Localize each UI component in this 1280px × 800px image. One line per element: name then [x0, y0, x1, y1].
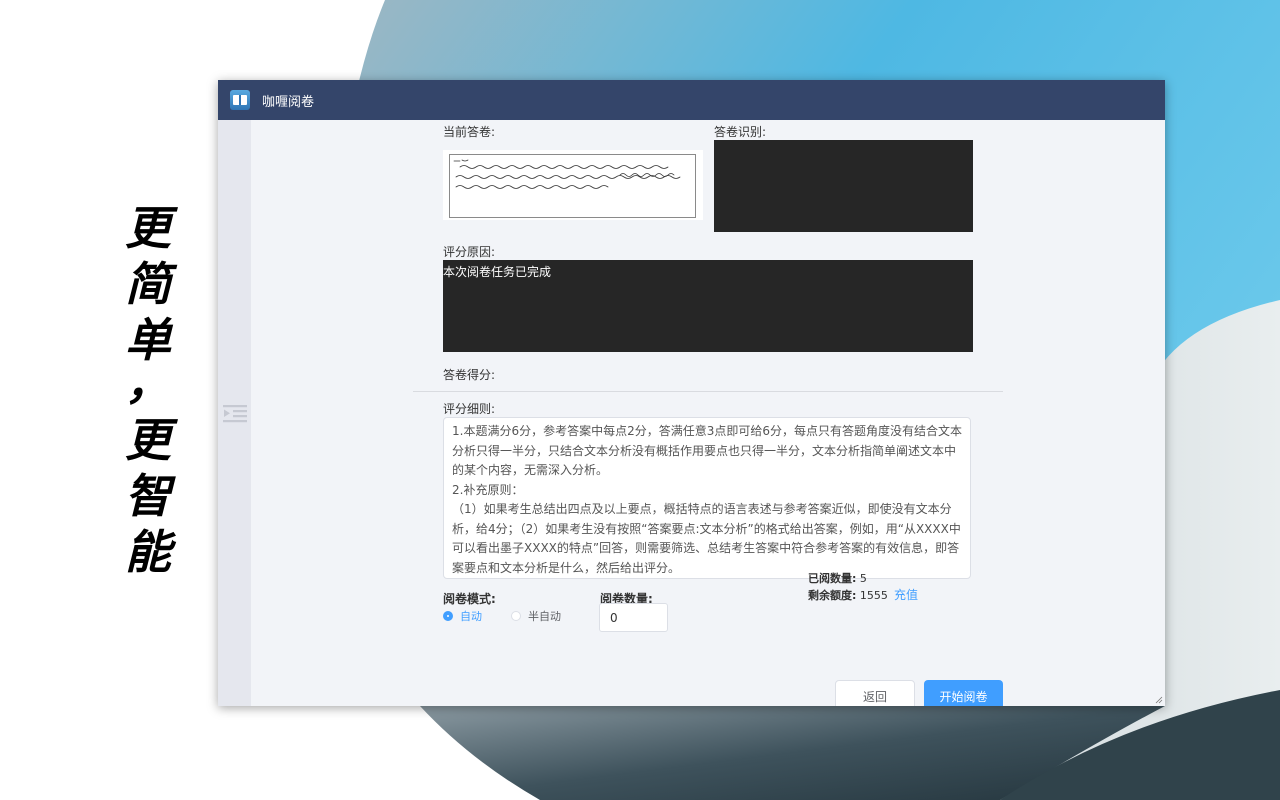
- mode-radio-semi-auto[interactable]: 半自动: [511, 608, 561, 624]
- read-count-label: 已阅数量:: [808, 572, 857, 585]
- radio-dot: [443, 611, 453, 621]
- radio-label: 自动: [460, 610, 482, 623]
- slogan-char: 智: [125, 469, 171, 523]
- mode-radio-auto[interactable]: 自动: [443, 608, 482, 624]
- app-title: 咖喱阅卷: [262, 94, 315, 110]
- divider: [413, 391, 1003, 392]
- app-window: 咖喱阅卷 当前答卷: 答卷识别: 评分原因: 本次阅卷任务已完成 答卷得分: 评…: [218, 80, 1165, 706]
- resize-grip-icon[interactable]: [1155, 696, 1163, 704]
- recharge-link[interactable]: 充值: [894, 586, 918, 603]
- handwriting-image: [453, 159, 681, 189]
- slogan: 更 简 单 ， 更 智 能: [118, 200, 178, 580]
- balance: 剩余额度: 1555: [808, 587, 888, 603]
- slogan-char: 更: [125, 413, 171, 467]
- score-label: 答卷得分:: [443, 368, 496, 382]
- rules-label: 评分细则:: [443, 402, 496, 416]
- slogan-char: 更: [125, 201, 171, 255]
- mode-label: 阅卷模式:: [443, 592, 496, 606]
- sidebar: [218, 120, 251, 706]
- read-count-value: 5: [859, 572, 867, 585]
- radio-label: 半自动: [528, 610, 561, 623]
- title-bar: 咖喱阅卷: [218, 80, 1165, 120]
- read-count: 已阅数量: 5: [808, 570, 867, 586]
- reason-output: 本次阅卷任务已完成: [443, 260, 973, 352]
- recognition-output: [714, 140, 973, 232]
- current-answer-label: 当前答卷:: [443, 125, 496, 139]
- slogan-char: 简: [125, 257, 171, 311]
- slogan-char: ，: [125, 356, 171, 410]
- main-content: 当前答卷: 答卷识别: 评分原因: 本次阅卷任务已完成 答卷得分: 评分细则: …: [251, 120, 1165, 706]
- back-button[interactable]: 返回: [835, 680, 915, 706]
- reason-label: 评分原因:: [443, 245, 496, 259]
- rules-textarea[interactable]: 1.本题满分6分，参考答案中每点2分，答满任意3点即可给6分，每点只有答题角度没…: [443, 417, 971, 579]
- book-icon: [230, 90, 250, 110]
- recognition-label: 答卷识别:: [714, 125, 767, 139]
- answer-sheet-image: [443, 150, 703, 220]
- balance-label: 剩余额度:: [808, 589, 857, 602]
- menu-toggle-icon[interactable]: [222, 402, 248, 426]
- count-input[interactable]: [599, 603, 668, 632]
- slogan-char: 能: [125, 525, 171, 579]
- start-grading-button[interactable]: 开始阅卷: [924, 680, 1003, 706]
- balance-value: 1555: [859, 589, 888, 602]
- reason-text: 本次阅卷任务已完成: [443, 265, 552, 279]
- radio-dot: [511, 611, 521, 621]
